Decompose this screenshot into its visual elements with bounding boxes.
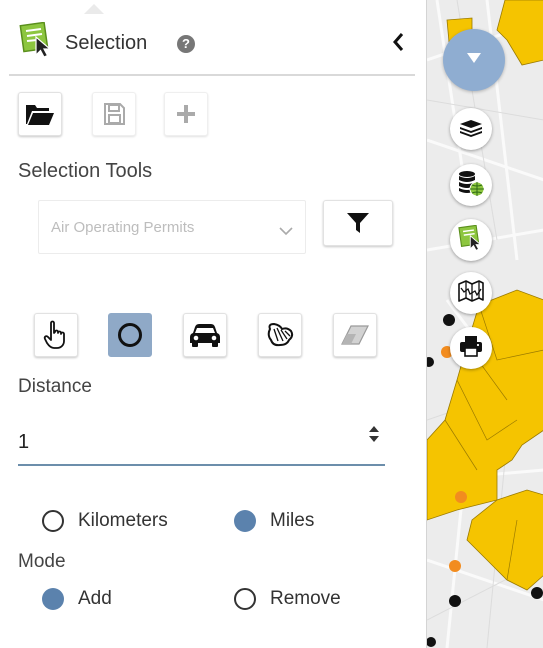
distance-label: Distance (18, 376, 92, 397)
radio-label: Miles (270, 510, 315, 531)
radio-label: Remove (270, 588, 341, 609)
map-icon (458, 279, 484, 307)
layers-icon (459, 116, 483, 143)
layer-select[interactable]: Air Operating Permits (38, 200, 306, 254)
folder-open-icon (25, 102, 55, 126)
filter-button[interactable] (323, 200, 393, 246)
circle-icon (116, 321, 144, 349)
layer-select-value: Air Operating Permits (51, 219, 195, 236)
eraser-button[interactable] (333, 313, 377, 357)
vehicle-select-button[interactable] (183, 313, 227, 357)
basemap-button[interactable] (450, 272, 492, 314)
freehand-select-button[interactable] (258, 313, 302, 357)
freehand-polygon-icon (265, 322, 295, 348)
plus-icon (175, 103, 197, 125)
radio-circle (234, 588, 256, 610)
map-menu-toggle-button[interactable] (443, 29, 505, 91)
print-button[interactable] (450, 327, 492, 369)
number-stepper-icon[interactable] (366, 423, 382, 445)
point-select-button[interactable] (34, 313, 78, 357)
mode-label: Mode (18, 551, 66, 572)
radio-label: Add (78, 588, 112, 609)
panel-title: Selection (65, 32, 148, 54)
mode-radio-remove[interactable]: Remove (234, 588, 341, 610)
collapse-panel-icon[interactable] (387, 28, 411, 56)
save-button[interactable] (92, 92, 136, 136)
basemap (427, 0, 543, 648)
selection-cursor-icon (19, 21, 55, 58)
radio-label: Kilometers (78, 510, 168, 531)
help-icon[interactable]: ? (177, 35, 195, 53)
caret-down-icon (465, 51, 483, 70)
distance-input[interactable] (18, 420, 385, 466)
car-icon (189, 323, 221, 347)
selection-tool-button[interactable] (450, 219, 492, 261)
printer-icon (459, 335, 483, 362)
units-radio-kilometers[interactable]: Kilometers (42, 510, 168, 532)
hand-pointer-icon (43, 320, 69, 350)
floppy-disk-icon (102, 102, 126, 126)
radio-circle (42, 588, 64, 610)
add-button[interactable] (164, 92, 208, 136)
selection-panel: Selection ? Selection Tools Air Operatin… (0, 0, 426, 648)
panel-header: Selection ? (9, 14, 415, 74)
header-divider (9, 74, 415, 76)
map-view[interactable] (426, 0, 543, 648)
selection-cursor-icon (458, 224, 484, 256)
open-button[interactable] (18, 92, 62, 136)
mode-radio-add[interactable]: Add (42, 588, 112, 610)
chevron-down-icon (279, 223, 293, 236)
radio-circle (42, 510, 64, 532)
selection-tools-label: Selection Tools (18, 160, 153, 182)
database-globe-icon (457, 169, 485, 202)
radio-circle (234, 510, 256, 532)
layers-button[interactable] (450, 108, 492, 150)
units-radio-miles[interactable]: Miles (234, 510, 314, 532)
filter-icon (346, 212, 370, 234)
circle-select-button[interactable] (108, 313, 152, 357)
eraser-icon (340, 324, 370, 346)
panel-notch (84, 4, 104, 14)
data-layers-button[interactable] (450, 164, 492, 206)
